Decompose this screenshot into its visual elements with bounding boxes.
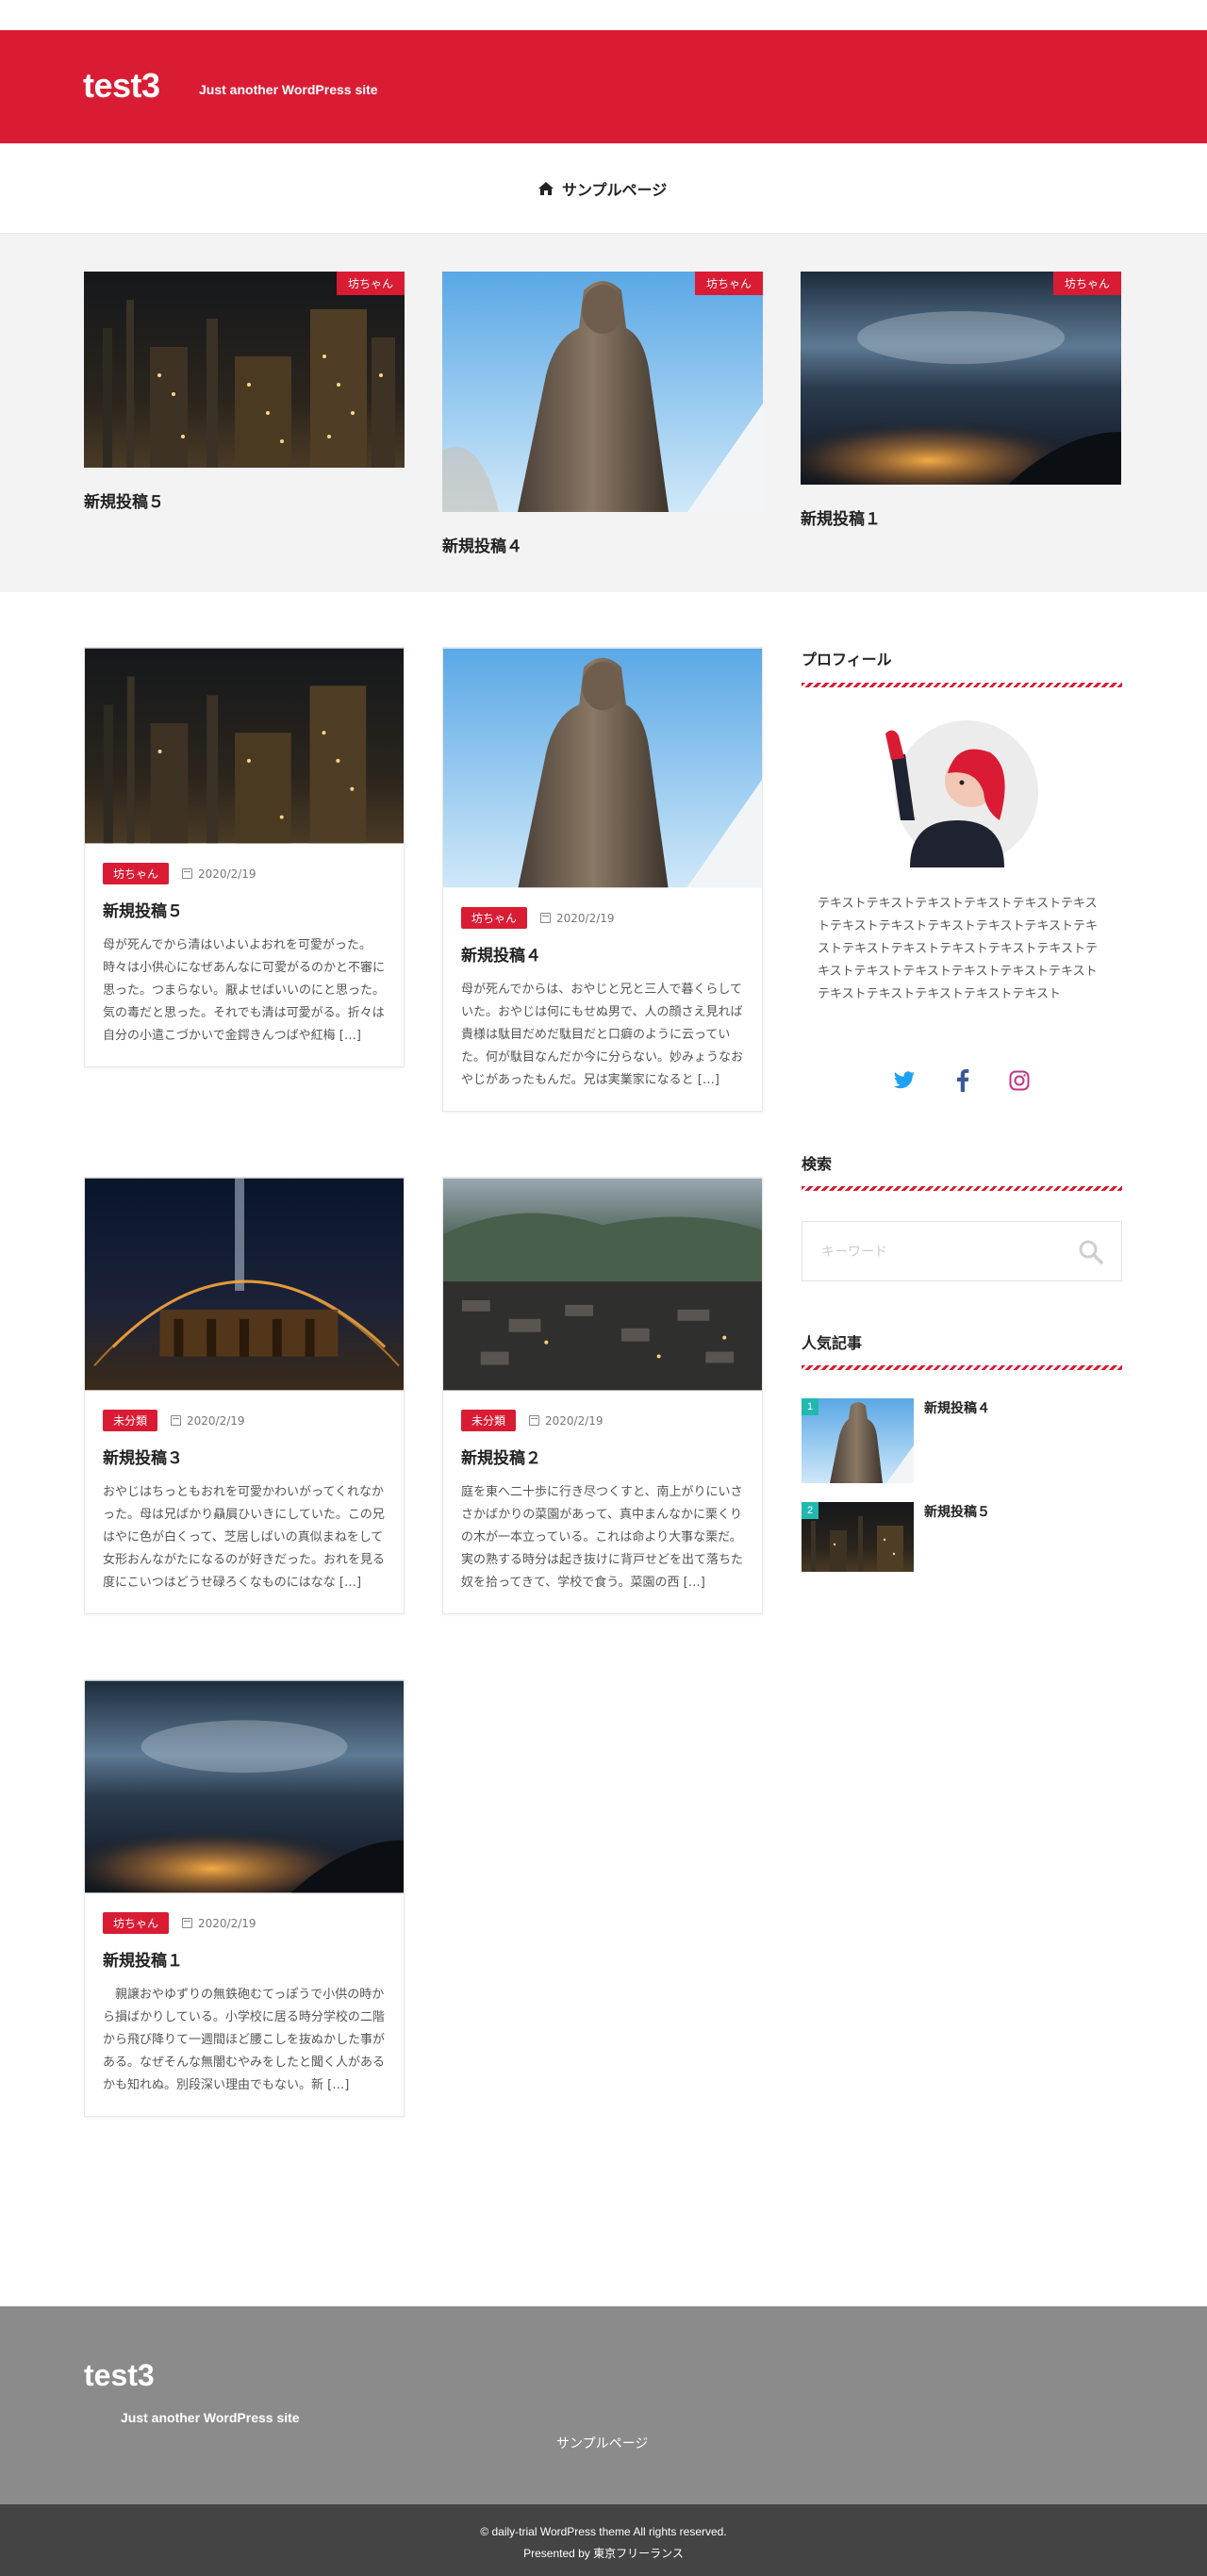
- post-thumbnail[interactable]: [85, 1178, 404, 1391]
- post-title[interactable]: 新規投稿１: [103, 1947, 386, 1971]
- site-title[interactable]: test3: [83, 66, 160, 106]
- post-card[interactable]: 未分類 2020/2/19 新規投稿２ 庭を東へ二十歩に行き尽つくすと、南上がり…: [442, 1177, 763, 1614]
- category-badge[interactable]: 未分類: [103, 1410, 158, 1431]
- footer-tagline: Just another WordPress site: [121, 2410, 300, 2425]
- category-badge[interactable]: 未分類: [461, 1410, 517, 1431]
- calendar-icon: [540, 913, 552, 923]
- calendar-icon: [182, 868, 193, 879]
- site-header: test3 Just another WordPress site: [0, 30, 1207, 143]
- post-thumbnail[interactable]: 坊ちゃん: [801, 272, 1121, 485]
- site-footer: test3 Just another WordPress site サンプルペー…: [0, 2306, 1207, 2504]
- post-title[interactable]: 新規投稿３: [103, 1445, 386, 1468]
- widget-divider: [802, 1365, 1122, 1370]
- widget-divider: [802, 1186, 1122, 1191]
- search-widget-title: 検索: [802, 1155, 833, 1173]
- widget-divider: [802, 683, 1122, 687]
- popular-title[interactable]: 新規投稿４: [924, 1398, 990, 1417]
- post-title[interactable]: 新規投稿２: [461, 1445, 744, 1468]
- twitter-icon[interactable]: [892, 1068, 917, 1093]
- profile-widget-title: プロフィール: [802, 651, 892, 669]
- popular-item[interactable]: 1 新規投稿４: [802, 1398, 1122, 1483]
- category-tag[interactable]: 坊ちゃん: [1052, 272, 1121, 295]
- post-card[interactable]: 坊ちゃん 2020/2/19 新規投稿４ 母が死んでからは、おやじと兄と三人で暮…: [442, 647, 763, 1112]
- post-thumbnail[interactable]: [85, 648, 404, 844]
- post-meta: 未分類 2020/2/19: [461, 1410, 744, 1431]
- search-input[interactable]: [821, 1239, 1066, 1265]
- home-icon: [537, 181, 554, 196]
- site-tagline: Just another WordPress site: [199, 82, 378, 97]
- search-icon[interactable]: [1078, 1239, 1104, 1265]
- calendar-icon: [182, 1918, 193, 1928]
- footer-site-title[interactable]: test3: [84, 2358, 155, 2393]
- post-excerpt: 母が死んでから清はいよいよおれを可愛がった。時々は小供心になぜあんなに可愛がるの…: [103, 938, 386, 1043]
- post-meta: 坊ちゃん 2020/2/19: [461, 907, 744, 929]
- category-badge[interactable]: 坊ちゃん: [103, 863, 170, 884]
- featured-title[interactable]: 新規投稿５: [84, 488, 405, 512]
- nav-item-sample-page[interactable]: サンプルページ: [537, 174, 667, 203]
- facebook-icon[interactable]: [951, 1068, 975, 1093]
- category-badge[interactable]: 坊ちゃん: [103, 1912, 170, 1934]
- search-form: [802, 1221, 1122, 1281]
- popular-title[interactable]: 新規投稿５: [924, 1502, 990, 1521]
- post-card[interactable]: 坊ちゃん 2020/2/19 新規投稿１ 親譲おやゆずりの無鉄砲むてっぽうで小供…: [84, 1679, 405, 2117]
- post-date: 2020/2/19: [529, 1414, 604, 1428]
- post-card[interactable]: 未分類 2020/2/19 新規投稿３ おやじはちっともおれを可愛かわいがってく…: [84, 1177, 405, 1614]
- profile-text: テキストテキストテキストテキストテキストテキストテキストテキストテキストテキスト…: [818, 897, 1099, 1001]
- post-date: 2020/2/19: [540, 912, 615, 925]
- popular-item[interactable]: 2 新規投稿５: [802, 1502, 1122, 1572]
- post-thumbnail[interactable]: [443, 648, 762, 888]
- instagram-icon[interactable]: [1007, 1068, 1032, 1093]
- post-excerpt: 母が死んでからは、おやじと兄と三人で暮くらしていた。おやじは何にもせぬ男で、人の…: [461, 983, 744, 1087]
- post-thumbnail[interactable]: 坊ちゃん: [84, 272, 405, 468]
- copyright-text: © daily-trial WordPress theme All rights…: [480, 2525, 727, 2538]
- category-tag[interactable]: 坊ちゃん: [336, 272, 405, 295]
- popular-widget-title: 人気記事: [802, 1334, 863, 1352]
- profile-avatar: [872, 717, 1042, 867]
- featured-card[interactable]: 坊ちゃん 新規投稿１: [801, 272, 1121, 529]
- post-thumbnail[interactable]: 坊ちゃん: [442, 272, 763, 512]
- post-excerpt: おやじはちっともおれを可愛かわいがってくれなかった。母は兄ばかり贔屓ひいきにして…: [103, 1485, 386, 1590]
- featured-title[interactable]: 新規投稿４: [442, 533, 763, 556]
- post-title[interactable]: 新規投稿４: [461, 942, 744, 966]
- featured-title[interactable]: 新規投稿１: [801, 505, 1121, 529]
- copyright-bar: © daily-trial WordPress theme All rights…: [0, 2504, 1207, 2576]
- post-title[interactable]: 新規投稿５: [103, 898, 386, 921]
- calendar-icon: [529, 1415, 540, 1426]
- post-date: 2020/2/19: [182, 1917, 256, 1930]
- featured-card[interactable]: 坊ちゃん 新規投稿４: [442, 272, 763, 556]
- calendar-icon: [171, 1415, 182, 1426]
- category-tag[interactable]: 坊ちゃん: [694, 272, 763, 295]
- post-meta: 坊ちゃん 2020/2/19: [103, 863, 386, 884]
- nav-item-label: サンプルページ: [562, 181, 668, 199]
- post-meta: 未分類 2020/2/19: [103, 1410, 386, 1431]
- post-excerpt: 親譲おやゆずりの無鉄砲むてっぽうで小供の時から損ばかりしている。小学校に居る時分…: [103, 1988, 386, 2092]
- featured-card[interactable]: 坊ちゃん 新規投稿５: [84, 272, 405, 512]
- post-card[interactable]: 坊ちゃん 2020/2/19 新規投稿５ 母が死んでから清はいよいよおれを可愛が…: [84, 647, 405, 1067]
- post-date: 2020/2/19: [171, 1414, 245, 1428]
- footer-nav-sample-page[interactable]: サンプルページ: [556, 2434, 648, 2452]
- post-excerpt: 庭を東へ二十歩に行き尽つくすと、南上がりにいささかばかりの菜園があって、真中まん…: [461, 1485, 744, 1590]
- featured-section: 坊ちゃん 新規投稿５ 坊ちゃん 新規投稿４ 坊ちゃん 新規投稿１: [0, 234, 1207, 592]
- post-thumbnail[interactable]: [443, 1178, 762, 1391]
- global-nav: サンプルページ: [0, 143, 1207, 234]
- rank-badge: 1: [802, 1398, 818, 1415]
- post-date: 2020/2/19: [182, 867, 256, 881]
- presented-by-text[interactable]: Presented by 東京フリーランス: [0, 2545, 1207, 2561]
- category-badge[interactable]: 坊ちゃん: [461, 907, 528, 929]
- rank-badge: 2: [802, 1502, 818, 1519]
- post-thumbnail[interactable]: [85, 1680, 404, 1893]
- post-meta: 坊ちゃん 2020/2/19: [103, 1912, 386, 1934]
